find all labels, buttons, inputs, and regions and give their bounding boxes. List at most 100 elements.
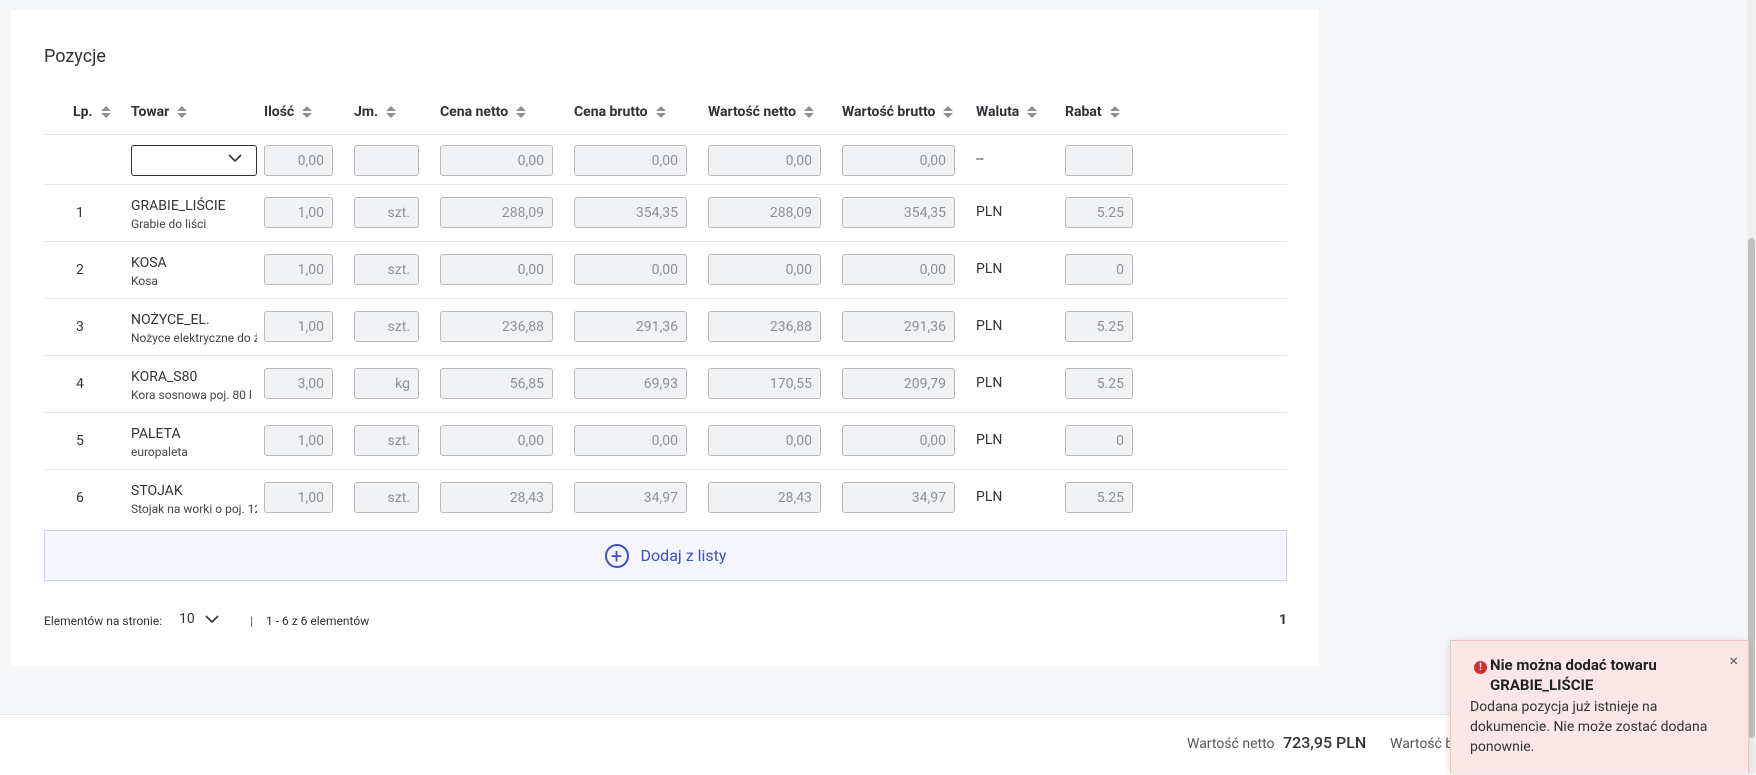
row-jm-input[interactable]: szt. bbox=[354, 254, 419, 285]
sort-icon bbox=[804, 106, 815, 118]
product-description: europaleta bbox=[131, 445, 188, 459]
column-header-towar[interactable]: Towar bbox=[131, 104, 188, 120]
row-cena-netto-input[interactable]: 288,09 bbox=[440, 197, 553, 228]
gross-total-label: Wartość b bbox=[1390, 736, 1454, 752]
row-wartosc-netto-input[interactable]: 170,55 bbox=[708, 368, 821, 399]
row-currency: PLN bbox=[976, 432, 1003, 448]
row-currency: PLN bbox=[976, 375, 1003, 391]
row-rabat-input[interactable]: 5.25 bbox=[1065, 482, 1133, 513]
row-currency: PLN bbox=[976, 318, 1003, 334]
sort-icon bbox=[302, 106, 313, 118]
column-header-ilosc[interactable]: Ilość bbox=[264, 104, 313, 120]
product-code: KORA_S80 bbox=[131, 369, 198, 385]
row-rabat-input[interactable]: 5.25 bbox=[1065, 311, 1133, 342]
row-ilosc-input[interactable]: 1,00 bbox=[264, 254, 333, 285]
row-cena-brutto-input[interactable]: 69,93 bbox=[574, 368, 687, 399]
row-cena-netto-input[interactable]: 0,00 bbox=[440, 425, 553, 456]
column-header-waluta[interactable]: Waluta bbox=[976, 104, 1038, 120]
table-row[interactable]: 5 PALETA europaleta 1,00 szt. 0,00 0,00 0,00 0,0… bbox=[44, 413, 1287, 470]
row-rabat-input[interactable]: 0 bbox=[1065, 425, 1133, 456]
column-header-rabat[interactable]: Rabat bbox=[1065, 104, 1120, 120]
column-header-wartosc-brutto[interactable]: Wartość brutto bbox=[842, 104, 954, 120]
row-wartosc-brutto-input[interactable]: 291,36 bbox=[842, 311, 955, 342]
product-code: NOŻYCE_EL. bbox=[131, 312, 210, 328]
new-row-wartosc-brutto-input[interactable]: 0,00 bbox=[842, 145, 955, 176]
row-currency: PLN bbox=[976, 489, 1003, 505]
product-code: KOSA bbox=[131, 255, 167, 271]
add-from-list-button[interactable]: + Dodaj z listy bbox=[44, 530, 1287, 581]
row-rabat-input[interactable]: 5.25 bbox=[1065, 368, 1133, 399]
scrollbar-thumb[interactable] bbox=[1748, 238, 1755, 738]
new-row-ilosc-input[interactable]: 0,00 bbox=[264, 145, 333, 176]
column-header-label: Wartość brutto bbox=[842, 104, 936, 120]
row-wartosc-netto-input[interactable]: 236,88 bbox=[708, 311, 821, 342]
net-total-label: Wartość netto bbox=[1187, 736, 1275, 752]
table-row[interactable]: 6 STOJAK Stojak na worki o poj. 12 1,00 szt.… bbox=[44, 470, 1287, 525]
column-header-label: Ilość bbox=[264, 104, 295, 120]
pager-separator: | bbox=[250, 614, 253, 628]
row-cena-brutto-input[interactable]: 0,00 bbox=[574, 254, 687, 285]
column-header-label: Rabat bbox=[1065, 104, 1102, 120]
close-icon[interactable]: × bbox=[1729, 651, 1738, 670]
row-rabat-input[interactable]: 0 bbox=[1065, 254, 1133, 285]
product-code: GRABIE_LIŚCIE bbox=[131, 198, 226, 214]
row-wartosc-brutto-input[interactable]: 34,97 bbox=[842, 482, 955, 513]
sort-icon bbox=[1109, 106, 1120, 118]
new-row-cena-netto-input[interactable]: 0,00 bbox=[440, 145, 553, 176]
row-cena-netto-input[interactable]: 56,85 bbox=[440, 368, 553, 399]
positions-card: Pozycje Lp. Towar Ilość Jm. Cena netto Cena b… bbox=[11, 10, 1319, 666]
row-ilosc-input[interactable]: 1,00 bbox=[264, 311, 333, 342]
row-jm-input[interactable]: szt. bbox=[354, 311, 419, 342]
per-page-label: Elementów na stronie: bbox=[44, 614, 163, 628]
table-row[interactable]: 2 KOSA Kosa 1,00 szt. 0,00 0,00 0,00 0,00 0 PLN bbox=[44, 242, 1287, 299]
column-header-wartosc-netto[interactable]: Wartość netto bbox=[708, 104, 815, 120]
row-rabat-input[interactable]: 5.25 bbox=[1065, 197, 1133, 228]
row-wartosc-brutto-input[interactable]: 209,79 bbox=[842, 368, 955, 399]
row-jm-input[interactable]: szt. bbox=[354, 197, 419, 228]
table-row[interactable]: 1 GRABIE_LIŚCIE Grabie do liści 1,00 szt. 288… bbox=[44, 185, 1287, 242]
column-header-lp[interactable]: Lp. bbox=[73, 104, 111, 120]
table-row[interactable]: 3 NOŻYCE_EL. Nożyce elektryczne do ż 1,00 sz… bbox=[44, 299, 1287, 356]
new-row-jm-input[interactable] bbox=[354, 145, 419, 176]
new-row-wartosc-netto-input[interactable]: 0,00 bbox=[708, 145, 821, 176]
table-header: Lp. Towar Ilość Jm. Cena netto Cena brutto War… bbox=[44, 92, 1287, 135]
new-row-currency: -- bbox=[976, 151, 984, 167]
row-wartosc-netto-input[interactable]: 0,00 bbox=[708, 425, 821, 456]
row-jm-input[interactable]: szt. bbox=[354, 482, 419, 513]
column-header-cena-netto[interactable]: Cena netto bbox=[440, 104, 527, 120]
page-button-current[interactable]: 1 bbox=[1279, 612, 1287, 628]
row-cena-brutto-input[interactable]: 0,00 bbox=[574, 425, 687, 456]
row-wartosc-brutto-input[interactable]: 0,00 bbox=[842, 254, 955, 285]
net-total-value: 723,95 PLN bbox=[1283, 733, 1367, 752]
sort-icon bbox=[1027, 106, 1038, 118]
row-wartosc-brutto-input[interactable]: 0,00 bbox=[842, 425, 955, 456]
row-jm-input[interactable]: szt. bbox=[354, 425, 419, 456]
row-ilosc-input[interactable]: 1,00 bbox=[264, 482, 333, 513]
row-jm-input[interactable]: kg bbox=[354, 368, 419, 399]
row-cena-netto-input[interactable]: 0,00 bbox=[440, 254, 553, 285]
per-page-select[interactable]: 10 bbox=[179, 611, 219, 627]
new-row-cena-brutto-input[interactable]: 0,00 bbox=[574, 145, 687, 176]
row-ilosc-input[interactable]: 1,00 bbox=[264, 197, 333, 228]
row-cena-brutto-input[interactable]: 34,97 bbox=[574, 482, 687, 513]
row-cena-brutto-input[interactable]: 354,35 bbox=[574, 197, 687, 228]
row-wartosc-netto-input[interactable]: 28,43 bbox=[708, 482, 821, 513]
row-wartosc-brutto-input[interactable]: 354,35 bbox=[842, 197, 955, 228]
plus-circle-icon: + bbox=[604, 543, 629, 568]
row-cena-brutto-input[interactable]: 291,36 bbox=[574, 311, 687, 342]
row-cena-netto-input[interactable]: 28,43 bbox=[440, 482, 553, 513]
product-description: Kosa bbox=[131, 274, 158, 288]
row-wartosc-netto-input[interactable]: 0,00 bbox=[708, 254, 821, 285]
sort-icon bbox=[516, 106, 527, 118]
row-ilosc-input[interactable]: 3,00 bbox=[264, 368, 333, 399]
row-cena-netto-input[interactable]: 236,88 bbox=[440, 311, 553, 342]
product-select[interactable] bbox=[131, 145, 257, 176]
table-row[interactable]: 4 KORA_S80 Kora sosnowa poj. 80 l 3,00 kg 56,… bbox=[44, 356, 1287, 413]
new-row-rabat-input[interactable] bbox=[1065, 145, 1133, 176]
new-item-row: 0,00 0,00 0,00 0,00 0,00 -- bbox=[44, 135, 1287, 185]
row-currency: PLN bbox=[976, 261, 1003, 277]
column-header-jm[interactable]: Jm. bbox=[354, 104, 397, 120]
row-wartosc-netto-input[interactable]: 288,09 bbox=[708, 197, 821, 228]
column-header-cena-brutto[interactable]: Cena brutto bbox=[574, 104, 666, 120]
row-ilosc-input[interactable]: 1,00 bbox=[264, 425, 333, 456]
